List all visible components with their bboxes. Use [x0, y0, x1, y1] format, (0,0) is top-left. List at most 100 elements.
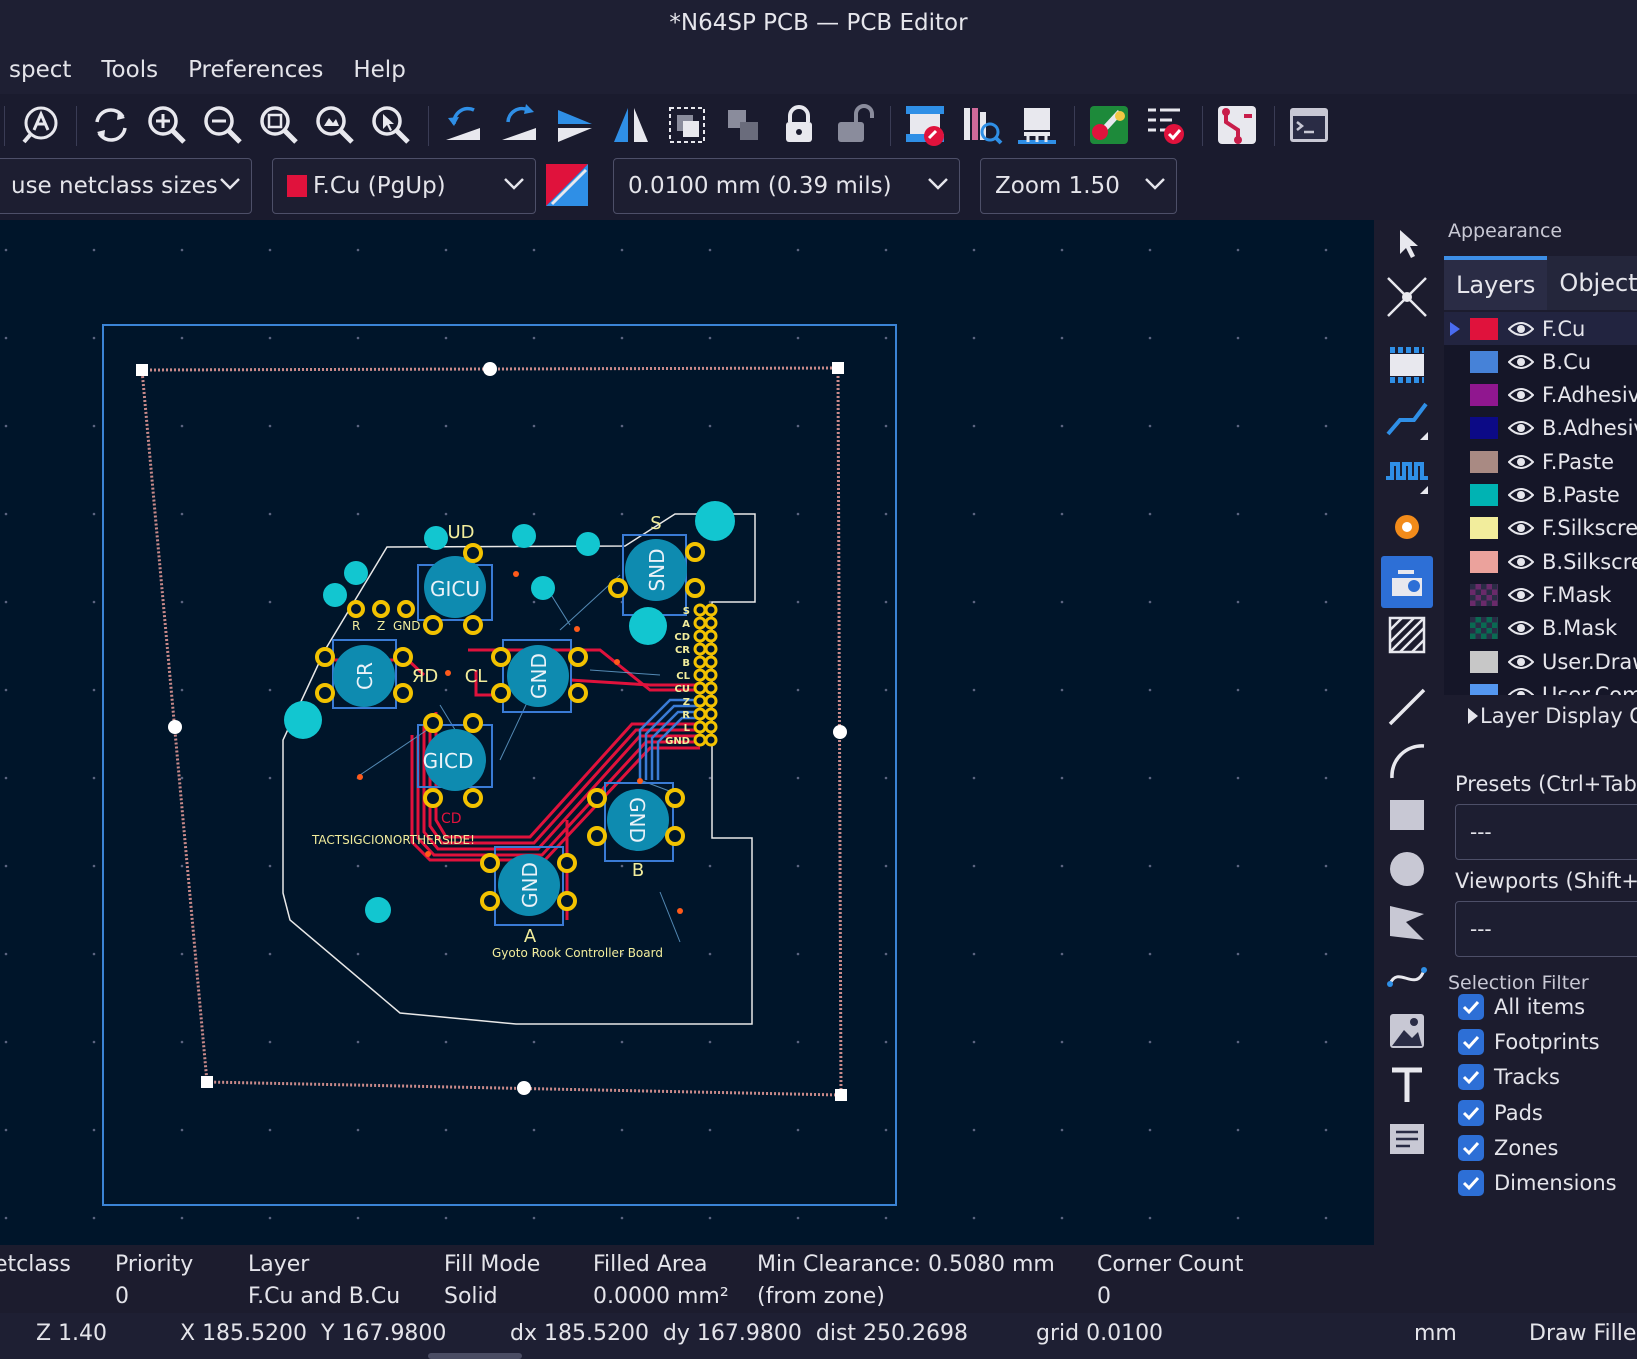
rotate-ccw-icon[interactable]: [440, 102, 486, 148]
layer-pair-icon[interactable]: [546, 164, 588, 206]
layer-color-swatch[interactable]: [1470, 550, 1498, 573]
add-textbox-icon[interactable]: [1384, 1116, 1430, 1162]
layer-row[interactable]: B.Cu: [1444, 345, 1637, 378]
footprint-editor-icon[interactable]: [1014, 102, 1060, 148]
layer-color-swatch[interactable]: [1470, 350, 1498, 373]
visibility-eye-icon[interactable]: [1508, 454, 1534, 470]
add-zone-icon[interactable]: [1384, 558, 1430, 604]
checkbox-checked-icon[interactable]: [1458, 1029, 1484, 1056]
visibility-eye-icon[interactable]: [1508, 387, 1534, 403]
layer-color-swatch[interactable]: [1470, 517, 1498, 540]
layer-color-swatch[interactable]: [1470, 617, 1498, 640]
lock-icon[interactable]: [776, 102, 822, 148]
select-arrow-icon[interactable]: [1384, 220, 1430, 266]
mirror-icon[interactable]: [608, 102, 654, 148]
draw-arc-icon[interactable]: [1384, 738, 1430, 784]
rotate-cw-icon[interactable]: [496, 102, 542, 148]
layer-row[interactable]: B.Silkscreen: [1444, 545, 1637, 578]
visibility-eye-icon[interactable]: [1508, 654, 1534, 670]
layer-color-swatch[interactable]: [1470, 384, 1498, 407]
presets-select[interactable]: ---: [1455, 804, 1637, 860]
layer-row[interactable]: B.Mask: [1444, 612, 1637, 645]
layer-display-options-toggle[interactable]: Layer Display Options: [1444, 696, 1637, 736]
draw-circle-icon[interactable]: [1384, 846, 1430, 892]
draw-line-icon[interactable]: [1384, 684, 1430, 730]
ungroup-icon[interactable]: [720, 102, 766, 148]
add-via-icon[interactable]: [1384, 504, 1430, 550]
checkbox-checked-icon[interactable]: [1458, 1064, 1484, 1091]
layer-color-swatch[interactable]: [1470, 417, 1498, 440]
layer-row[interactable]: User.Comments: [1444, 678, 1637, 695]
unlock-icon[interactable]: [832, 102, 878, 148]
layer-row[interactable]: B.Adhesive: [1444, 412, 1637, 445]
grid-select[interactable]: 0.0100 mm (0.39 mils): [613, 158, 960, 214]
layer-color-swatch[interactable]: [1470, 484, 1498, 506]
layer-row[interactable]: User.Drawings: [1444, 645, 1637, 678]
menu-inspect[interactable]: spect: [0, 57, 86, 83]
route-track-icon[interactable]: [1384, 396, 1430, 442]
add-text-icon[interactable]: [1384, 1062, 1430, 1108]
flip-icon[interactable]: [552, 102, 598, 148]
visibility-eye-icon[interactable]: [1508, 687, 1534, 695]
selection-filter-item[interactable]: Zones: [1458, 1133, 1558, 1163]
zoom-out-icon[interactable]: [200, 102, 246, 148]
draw-bezier-icon[interactable]: [1384, 954, 1430, 1000]
tune-length-icon[interactable]: [1384, 450, 1430, 496]
scripting-console-icon[interactable]: [1286, 102, 1332, 148]
add-footprint-icon[interactable]: [1384, 342, 1430, 388]
group-icon[interactable]: [664, 102, 710, 148]
layer-color-swatch[interactable]: [1470, 317, 1498, 340]
checkbox-checked-icon[interactable]: [1458, 1099, 1484, 1126]
layer-color-swatch[interactable]: [1470, 650, 1498, 673]
zoom-in-icon[interactable]: [144, 102, 190, 148]
selection-filter-item[interactable]: Pads: [1458, 1098, 1543, 1128]
drc-icon[interactable]: [1142, 102, 1188, 148]
selection-filter-item[interactable]: All items: [1458, 992, 1585, 1022]
zoom-selection-icon[interactable]: [368, 102, 414, 148]
checkbox-checked-icon[interactable]: [1458, 1134, 1484, 1161]
zoom-fit-icon[interactable]: [256, 102, 302, 148]
layer-row[interactable]: F.Adhesive: [1444, 379, 1637, 412]
visibility-eye-icon[interactable]: [1508, 620, 1534, 636]
local-ratsnest-icon[interactable]: [1384, 274, 1430, 320]
menu-tools[interactable]: Tools: [86, 57, 173, 83]
visibility-eye-icon[interactable]: [1508, 520, 1534, 536]
draw-polygon-icon[interactable]: [1384, 900, 1430, 946]
layer-row[interactable]: F.Silkscreen: [1444, 512, 1637, 545]
visibility-eye-icon[interactable]: [1508, 487, 1534, 503]
visibility-eye-icon[interactable]: [1508, 587, 1534, 603]
refresh-icon[interactable]: [88, 102, 134, 148]
add-image-icon[interactable]: [1384, 1008, 1430, 1054]
footprint-browser-icon[interactable]: [958, 102, 1004, 148]
menu-help[interactable]: Help: [338, 57, 420, 83]
net-inspector-icon[interactable]: [1214, 102, 1260, 148]
tab-layers[interactable]: Layers: [1444, 256, 1548, 310]
tab-objects[interactable]: Objects: [1547, 256, 1637, 310]
checkbox-checked-icon[interactable]: [1458, 1170, 1484, 1196]
visibility-eye-icon[interactable]: [1508, 354, 1534, 370]
layer-row[interactable]: B.Paste: [1444, 479, 1637, 512]
draw-rectangle-icon[interactable]: [1384, 792, 1430, 838]
layer-color-swatch[interactable]: [1470, 583, 1498, 606]
layer-color-swatch[interactable]: [1470, 450, 1498, 473]
viewports-select[interactable]: ---: [1455, 901, 1637, 957]
layer-select[interactable]: F.Cu (PgUp): [272, 158, 536, 214]
pcb-canvas[interactable]: GICU UD SND S CR ЯD GND CL GICD GND B GN…: [0, 220, 1374, 1245]
layer-row[interactable]: F.Cu: [1444, 312, 1637, 345]
track-width-select[interactable]: use netclass sizes: [0, 158, 252, 214]
visibility-eye-icon[interactable]: [1508, 554, 1534, 570]
visibility-eye-icon[interactable]: [1508, 420, 1534, 436]
zoom-select[interactable]: Zoom 1.50: [980, 158, 1177, 214]
add-rule-area-icon[interactable]: [1384, 612, 1430, 658]
layer-row[interactable]: F.Paste: [1444, 445, 1637, 478]
horizontal-scrollbar[interactable]: [428, 1353, 522, 1359]
autoroute-icon[interactable]: [18, 102, 64, 148]
zoom-objects-icon[interactable]: [312, 102, 358, 148]
visibility-eye-icon[interactable]: [1508, 321, 1534, 337]
layer-row[interactable]: F.Mask: [1444, 578, 1637, 611]
menu-preferences[interactable]: Preferences: [173, 57, 338, 83]
selection-filter-item[interactable]: Tracks: [1458, 1062, 1560, 1092]
update-pcb-icon[interactable]: [902, 102, 948, 148]
layer-color-swatch[interactable]: [1470, 683, 1498, 695]
selection-filter-item[interactable]: Footprints: [1458, 1027, 1600, 1057]
